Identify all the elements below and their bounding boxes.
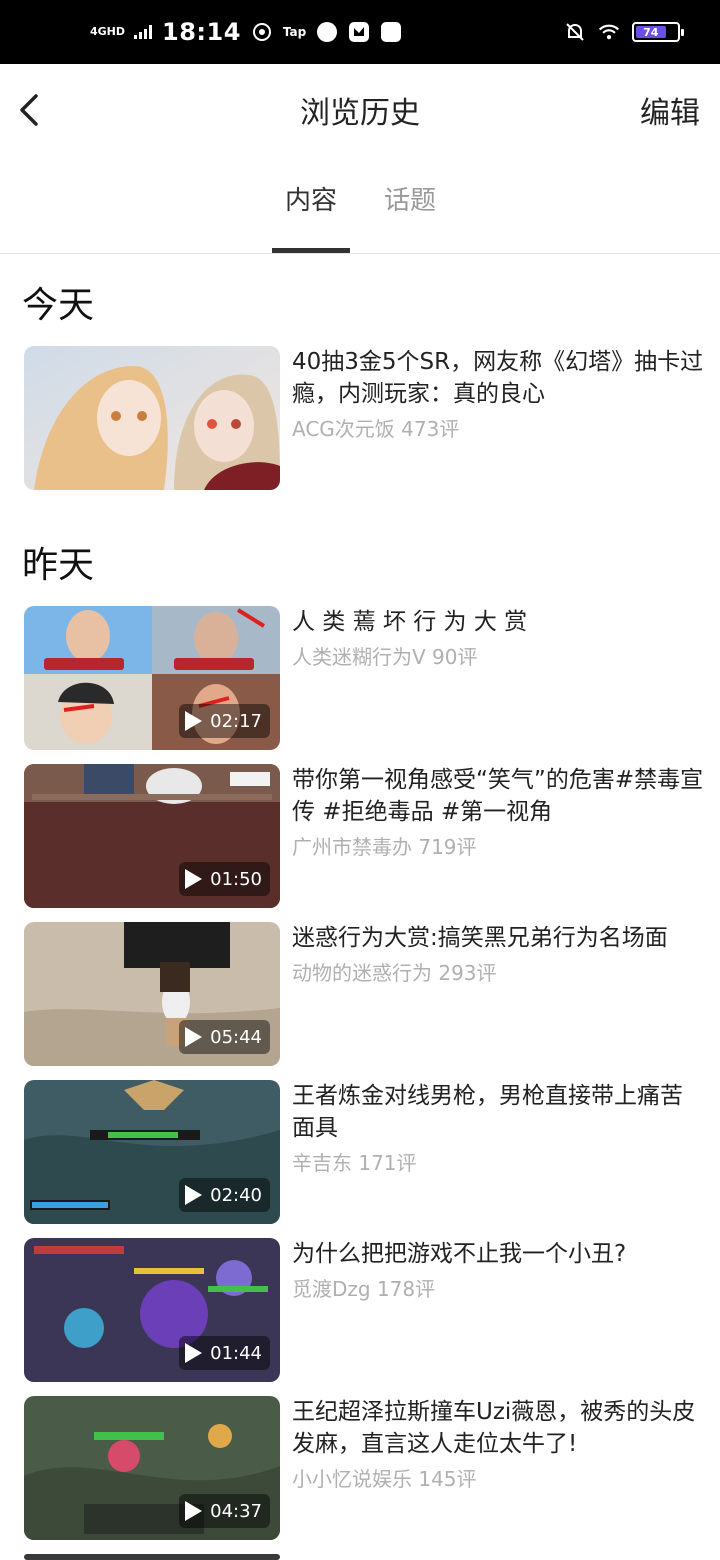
play-icon bbox=[185, 869, 203, 889]
item-title: 王纪超泽拉斯撞车Uzi薇恩，被秀的头皮发麻，直言这人走位太牛了! bbox=[292, 1399, 696, 1457]
list-item[interactable]: 01:44 为什么把把游戏不止我一个小丑? 觅渡Dzg 178评 bbox=[24, 1238, 704, 1382]
list-item[interactable]: 40抽3金5个SR，网友称《幻塔》抽卡过瘾，内测玩家：真的良心 ACG次元饭 4… bbox=[24, 346, 704, 490]
mute-bell-icon bbox=[564, 21, 586, 43]
list-item[interactable]: 05:44 迷惑行为大赏:搞笑黑兄弟行为名场面 动物的迷惑行为 293评 bbox=[24, 922, 704, 1066]
list-item[interactable]: 02:17 人 类 蔫 坏 行 为 大 赏 人类迷糊行为V 90评 bbox=[24, 606, 704, 750]
tab-content[interactable]: 内容 bbox=[272, 180, 350, 217]
clock: 18:14 bbox=[162, 18, 241, 46]
edit-button[interactable]: 编辑 bbox=[640, 88, 700, 132]
section-title-yesterday: 昨天 bbox=[22, 545, 95, 586]
list-item[interactable]: 02:40 王者炼金对线男枪，男枪直接带上痛苦面具 辛吉东 171评 bbox=[24, 1080, 704, 1224]
play-icon bbox=[185, 1185, 203, 1205]
item-meta: 广州市禁毒办 719评 bbox=[292, 835, 477, 859]
play-icon bbox=[185, 711, 203, 731]
video-duration: 02:17 bbox=[210, 710, 262, 732]
item-title: 人 类 蔫 坏 行 为 大 赏 bbox=[292, 609, 528, 635]
compass-icon bbox=[316, 21, 338, 43]
video-thumbnail: 04:37 bbox=[24, 1396, 280, 1540]
hotspot-icon bbox=[251, 21, 273, 43]
video-duration: 01:44 bbox=[210, 1342, 262, 1364]
battery-icon: 74 bbox=[632, 22, 684, 42]
battery-level: 74 bbox=[636, 26, 666, 39]
list-item[interactable]: 01:50 带你第一视角感受“笑气”的危害#禁毒宣传 #拒绝毒品 #第一视角 广… bbox=[24, 764, 704, 908]
duration-badge: 01:50 bbox=[179, 862, 270, 896]
video-thumbnail bbox=[24, 1554, 280, 1560]
status-bar: 4GHD 18:14 Tap 74 bbox=[0, 0, 720, 64]
page-title: 浏览历史 bbox=[300, 96, 420, 131]
item-meta: 人类迷糊行为V 90评 bbox=[292, 645, 478, 669]
item-title: 迷惑行为大赏:搞笑黑兄弟行为名场面 bbox=[292, 925, 668, 951]
item-title: 40抽3金5个SR，网友称《幻塔》抽卡过瘾，内测玩家：真的良心 bbox=[292, 349, 704, 407]
list-item[interactable]: 04:37 王纪超泽拉斯撞车Uzi薇恩，被秀的头皮发麻，直言这人走位太牛了! 小… bbox=[24, 1396, 704, 1540]
header-bar: 浏览历史 编辑 bbox=[0, 64, 720, 154]
play-icon bbox=[185, 1343, 203, 1363]
app-notification-icon bbox=[348, 21, 370, 43]
video-thumbnail bbox=[24, 346, 280, 490]
video-thumbnail: 01:44 bbox=[24, 1238, 280, 1382]
video-thumbnail: 01:50 bbox=[24, 764, 280, 908]
network-type: 4GHD bbox=[90, 25, 126, 38]
play-icon bbox=[185, 1027, 203, 1047]
square-app-icon bbox=[380, 21, 402, 43]
item-title: 为什么把把游戏不止我一个小丑? bbox=[292, 1241, 627, 1267]
tap-app-label: Tap bbox=[282, 25, 307, 39]
video-duration: 05:44 bbox=[210, 1026, 262, 1048]
item-meta: 觅渡Dzg 178评 bbox=[292, 1277, 436, 1301]
tab-bar: 内容 话题 bbox=[0, 154, 720, 254]
video-duration: 01:50 bbox=[210, 868, 262, 890]
section-title-today: 今天 bbox=[22, 285, 95, 326]
video-thumbnail: 05:44 bbox=[24, 922, 280, 1066]
item-title: 王者炼金对线男枪，男枪直接带上痛苦面具 bbox=[292, 1083, 683, 1141]
play-icon bbox=[185, 1501, 203, 1521]
item-title: 带你第一视角感受“笑气”的危害#禁毒宣传 #拒绝毒品 #第一视角 bbox=[292, 767, 704, 825]
duration-badge: 05:44 bbox=[179, 1020, 270, 1054]
wifi-icon bbox=[598, 21, 620, 43]
duration-badge: 01:44 bbox=[179, 1336, 270, 1370]
active-tab-indicator bbox=[272, 248, 350, 253]
item-meta: ACG次元饭 473评 bbox=[292, 417, 460, 441]
item-meta: 动物的迷惑行为 293评 bbox=[292, 961, 497, 985]
duration-badge: 02:17 bbox=[179, 704, 270, 738]
video-thumbnail: 02:17 bbox=[24, 606, 280, 750]
video-duration: 04:37 bbox=[210, 1500, 262, 1522]
video-thumbnail: 02:40 bbox=[24, 1080, 280, 1224]
item-meta: 辛吉东 171评 bbox=[292, 1151, 417, 1175]
list-item-partial[interactable] bbox=[24, 1554, 704, 1560]
tab-topics[interactable]: 话题 bbox=[380, 180, 440, 217]
duration-badge: 04:37 bbox=[179, 1494, 270, 1528]
duration-badge: 02:40 bbox=[179, 1178, 270, 1212]
item-meta: 小小忆说娱乐 145评 bbox=[292, 1467, 477, 1491]
video-duration: 02:40 bbox=[210, 1184, 262, 1206]
signal-icon bbox=[134, 25, 152, 39]
